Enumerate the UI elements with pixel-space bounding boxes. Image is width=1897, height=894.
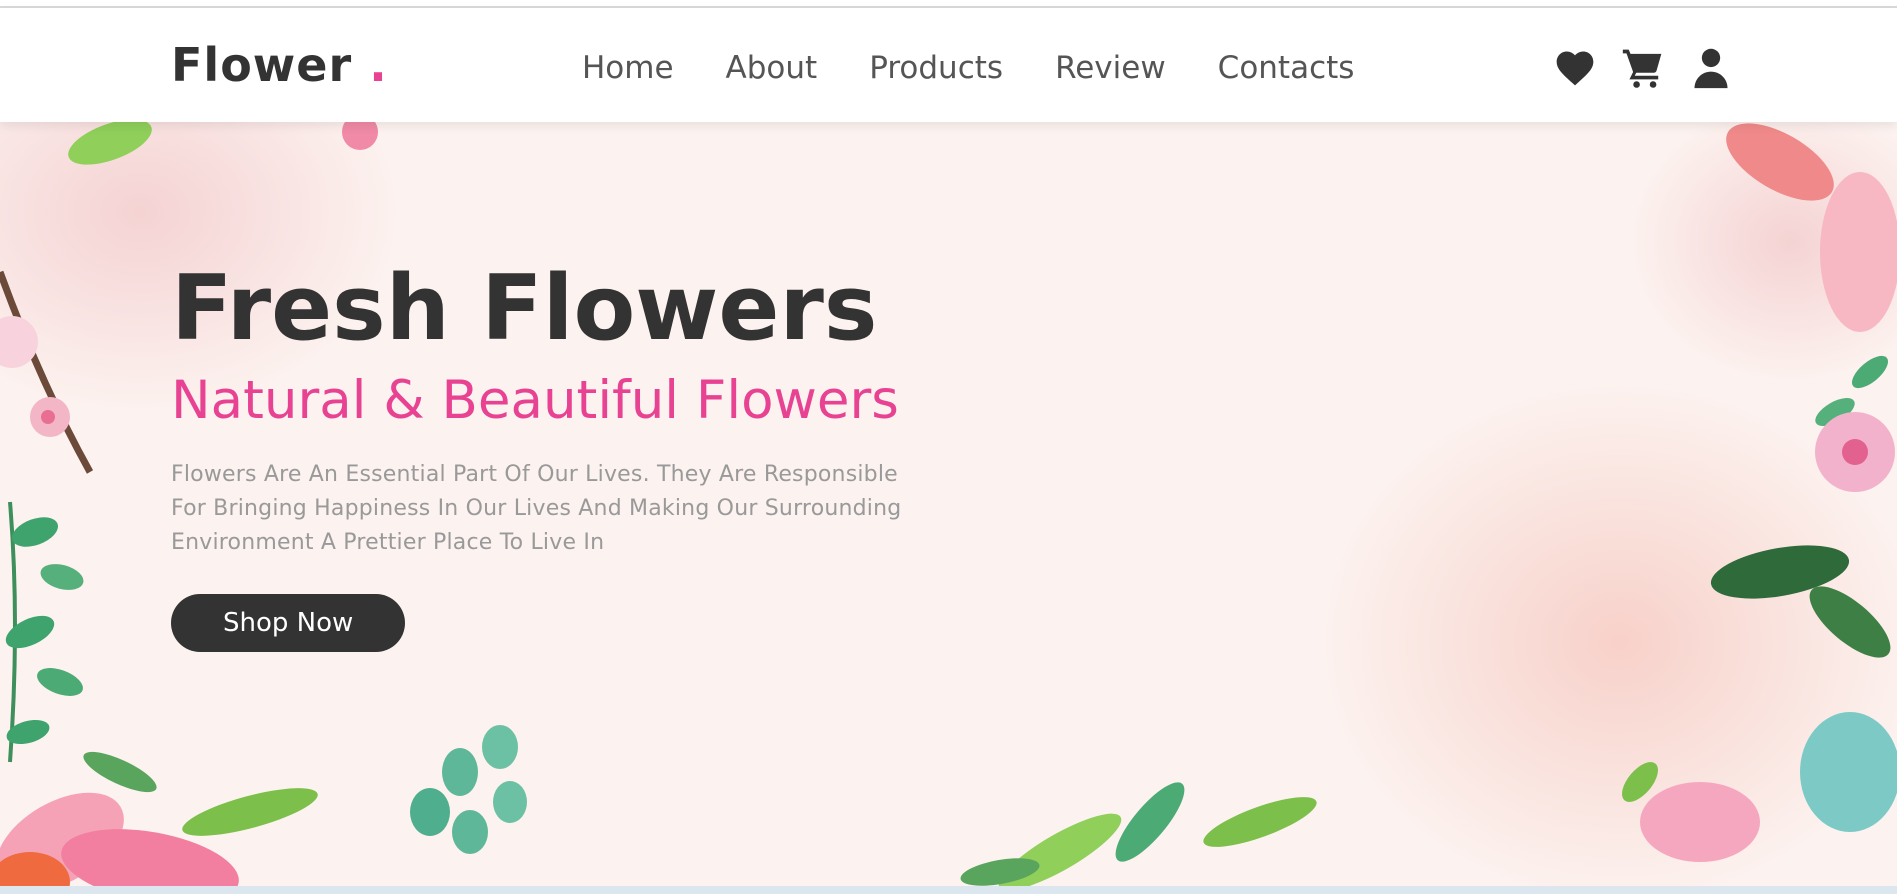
hero-section: Fresh Flowers Natural & Beautiful Flower… <box>0 122 1897 886</box>
logo-text: Flower <box>171 38 353 92</box>
hero-title: Fresh Flowers <box>171 256 878 361</box>
hero-description: Flowers Are An Essential Part Of Our Liv… <box>171 462 902 556</box>
window-bottom-edge <box>0 886 1897 894</box>
hero-subtitle: Natural & Beautiful Flowers <box>171 369 899 431</box>
shop-now-button[interactable]: Shop Now <box>171 594 406 653</box>
navbar: Flower . Home About Products Review Cont… <box>0 8 1897 122</box>
nav-icons <box>1553 46 1733 90</box>
user-icon[interactable] <box>1689 46 1733 90</box>
nav-link-contacts[interactable]: Contacts <box>1218 50 1355 86</box>
heart-icon[interactable] <box>1553 46 1597 90</box>
nav-link-review[interactable]: Review <box>1055 50 1166 86</box>
main-nav: Home About Products Review Contacts <box>582 50 1354 86</box>
logo[interactable]: Flower . <box>171 38 388 92</box>
cart-icon[interactable] <box>1621 46 1665 90</box>
nav-link-products[interactable]: Products <box>869 50 1003 86</box>
logo-dot: . <box>369 38 388 92</box>
hero-content: Fresh Flowers Natural & Beautiful Flower… <box>171 256 931 653</box>
nav-link-home[interactable]: Home <box>582 50 674 86</box>
nav-link-about[interactable]: About <box>726 50 818 86</box>
